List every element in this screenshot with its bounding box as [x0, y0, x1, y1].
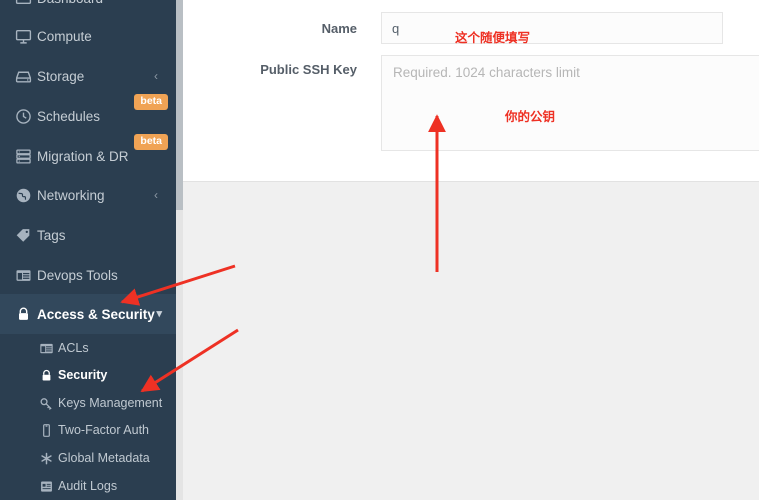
sidebar-item-networking[interactable]: Networking ‹	[0, 175, 176, 215]
dashboard-icon	[14, 0, 32, 7]
sidebar-item-label: Storage	[37, 68, 85, 84]
sidebar-item-devops-tools[interactable]: Devops Tools	[0, 255, 176, 295]
sidebar-item-compute[interactable]: Compute	[0, 16, 176, 56]
sidebar-subitem-label: Global Metadata	[58, 451, 150, 465]
name-field-label: Name	[321, 21, 357, 36]
sidebar-subitem-label: Security	[58, 368, 108, 382]
sidebar: Dashboard Compute Storage ‹	[0, 0, 176, 500]
sidebar-item-audit-logs[interactable]: Audit Logs	[0, 469, 176, 500]
chevron-down-icon[interactable]: ▾	[156, 308, 162, 320]
sidebar-item-label: Networking	[37, 187, 105, 203]
sidebar-subitem-label: Audit Logs	[58, 479, 118, 493]
annotation-key-note: 你的公钥	[505, 110, 556, 124]
globe-icon	[14, 186, 32, 204]
sidebar-item-label: Tags	[37, 227, 66, 243]
sidebar-item-label: Compute	[37, 28, 92, 44]
sidebar-subitem-label: Two-Factor Auth	[58, 423, 150, 437]
window-icon	[38, 340, 54, 356]
key-icon	[38, 395, 54, 411]
list-icon	[38, 478, 54, 494]
lock-icon	[38, 367, 54, 383]
sidebar-item-label: Schedules	[37, 108, 101, 124]
sidebar-item-storage[interactable]: Storage ‹	[0, 56, 176, 96]
mobile-icon	[38, 422, 54, 438]
sidebar-scrollbar-thumb[interactable]	[176, 0, 183, 210]
tag-icon	[14, 226, 32, 244]
sidebar-item-label: Devops Tools	[37, 267, 118, 283]
sidebar-item-label: Access & Security	[37, 306, 155, 322]
lock-icon	[14, 305, 32, 323]
sidebar-item-access-security[interactable]: Access & Security ▾	[0, 294, 176, 334]
public-ssh-key-field-label: Public SSH Key	[260, 62, 357, 77]
sidebar-subitem-label: ACLs	[58, 341, 89, 355]
monitor-icon	[14, 27, 32, 45]
asterisk-icon	[38, 450, 54, 466]
name-input[interactable]	[381, 12, 723, 44]
chevron-left-icon[interactable]: ‹	[154, 70, 158, 82]
sidebar-item-tags[interactable]: Tags	[0, 215, 176, 255]
harddrive-icon	[14, 67, 32, 85]
window-icon	[14, 266, 32, 284]
public-ssh-key-textarea[interactable]	[381, 55, 759, 151]
sidebar-item-label: Dashboard	[37, 0, 103, 6]
content-area: Name Public SSH Key	[183, 0, 759, 500]
beta-badge: beta	[134, 134, 168, 150]
beta-badge: beta	[134, 94, 168, 110]
app-root: Dashboard Compute Storage ‹	[0, 0, 759, 500]
clock-icon	[14, 107, 32, 125]
sidebar-item-schedules[interactable]: Schedules beta	[0, 94, 176, 136]
server-icon	[14, 147, 32, 165]
sidebar-subitem-label: Keys Management	[58, 396, 163, 410]
annotation-name-note: 这个随便填写	[455, 31, 531, 45]
sidebar-item-migration-dr[interactable]: Migration & DR beta	[0, 134, 176, 176]
chevron-left-icon[interactable]: ‹	[154, 189, 158, 201]
sidebar-item-label: Migration & DR	[37, 148, 129, 164]
